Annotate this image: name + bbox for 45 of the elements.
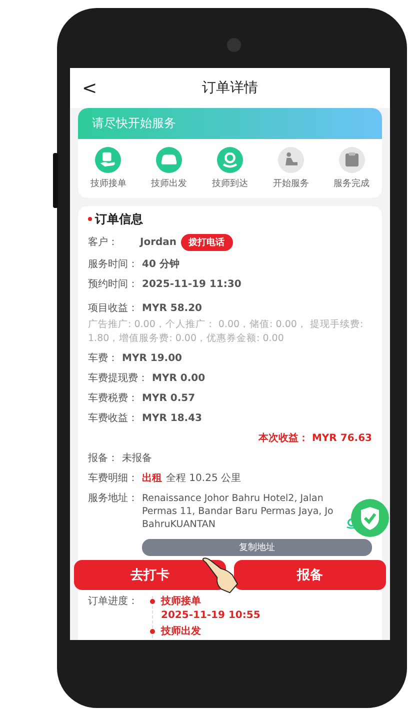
address-text: Renaissance Johor Bahru Hotel2, Jalan Permas 11, Bandar Baru Permas Jaya, Jo BahruKUANTAN <box>142 492 334 532</box>
field-label: 报备： <box>88 452 118 465</box>
field-label: 车费提现费： <box>88 372 148 385</box>
field-label: 服务地址： <box>88 492 138 506</box>
customer-name: Jordan <box>140 236 177 249</box>
field-label: 客户： <box>88 236 119 249</box>
step-label: 技师接单 <box>90 178 126 190</box>
shield-check-icon[interactable] <box>350 498 390 538</box>
field-label: 车费税费： <box>88 392 138 405</box>
step-label: 技师出发 <box>151 178 188 190</box>
field-label: 订单进度： <box>88 596 138 610</box>
step-label: 开始服务 <box>272 178 309 190</box>
timeline-time: 2025-11-19 10:55 <box>161 610 260 622</box>
timeline-step: 技师出发 <box>161 626 260 638</box>
status-banner: 请尽快开始服务 <box>78 108 382 139</box>
fee-note: 广告推广: 0.00，个人推广： 0.00，储值: 0.00， 提现手续费: 1.80，增值服务费: 0.00，优惠券金额: 0.00 <box>88 318 364 345</box>
field-label: 车费明细： <box>88 472 138 485</box>
field-value: 40 分钟 <box>142 259 180 272</box>
field-value: 2025-11-19 11:30 <box>142 279 242 292</box>
call-button[interactable]: 拨打电话 <box>180 234 233 252</box>
total-income: 本次收益： MYR 76.63 <box>257 432 372 445</box>
field-value: MYR 0.57 <box>142 392 196 405</box>
field-value: MYR 18.43 <box>142 412 202 425</box>
pointing-hand-icon <box>202 556 240 594</box>
step-label: 技师到达 <box>212 178 248 190</box>
field-value: MYR 19.00 <box>122 352 182 365</box>
field-value: 全程 10.25 公里 <box>166 472 241 485</box>
field-label: 项目收益： <box>88 303 138 316</box>
field-label: 预约时间： <box>88 279 138 292</box>
fare-tag: 出租 <box>142 472 162 485</box>
action-button[interactable]: 去打卡 <box>74 560 226 590</box>
field-value: MYR 58.20 <box>142 303 202 316</box>
field-label: 车费收益： <box>88 412 138 425</box>
camera-icon <box>227 38 241 52</box>
copy-address-button[interactable]: 复制地址 <box>142 539 372 556</box>
step-label: 服务完成 <box>334 178 370 190</box>
field-label: 服务时间： <box>88 259 138 272</box>
back-button[interactable]: < <box>82 78 102 98</box>
field-value: 未报备 <box>122 452 152 465</box>
page-title: 订单详情 <box>201 79 259 97</box>
section-title: 订单信息 <box>95 212 143 226</box>
field-label: 车费： <box>88 352 118 365</box>
timeline-step: 技师接单 <box>161 596 260 608</box>
action-button[interactable]: 报备 <box>234 560 386 590</box>
field-value: MYR 0.00 <box>152 372 206 385</box>
